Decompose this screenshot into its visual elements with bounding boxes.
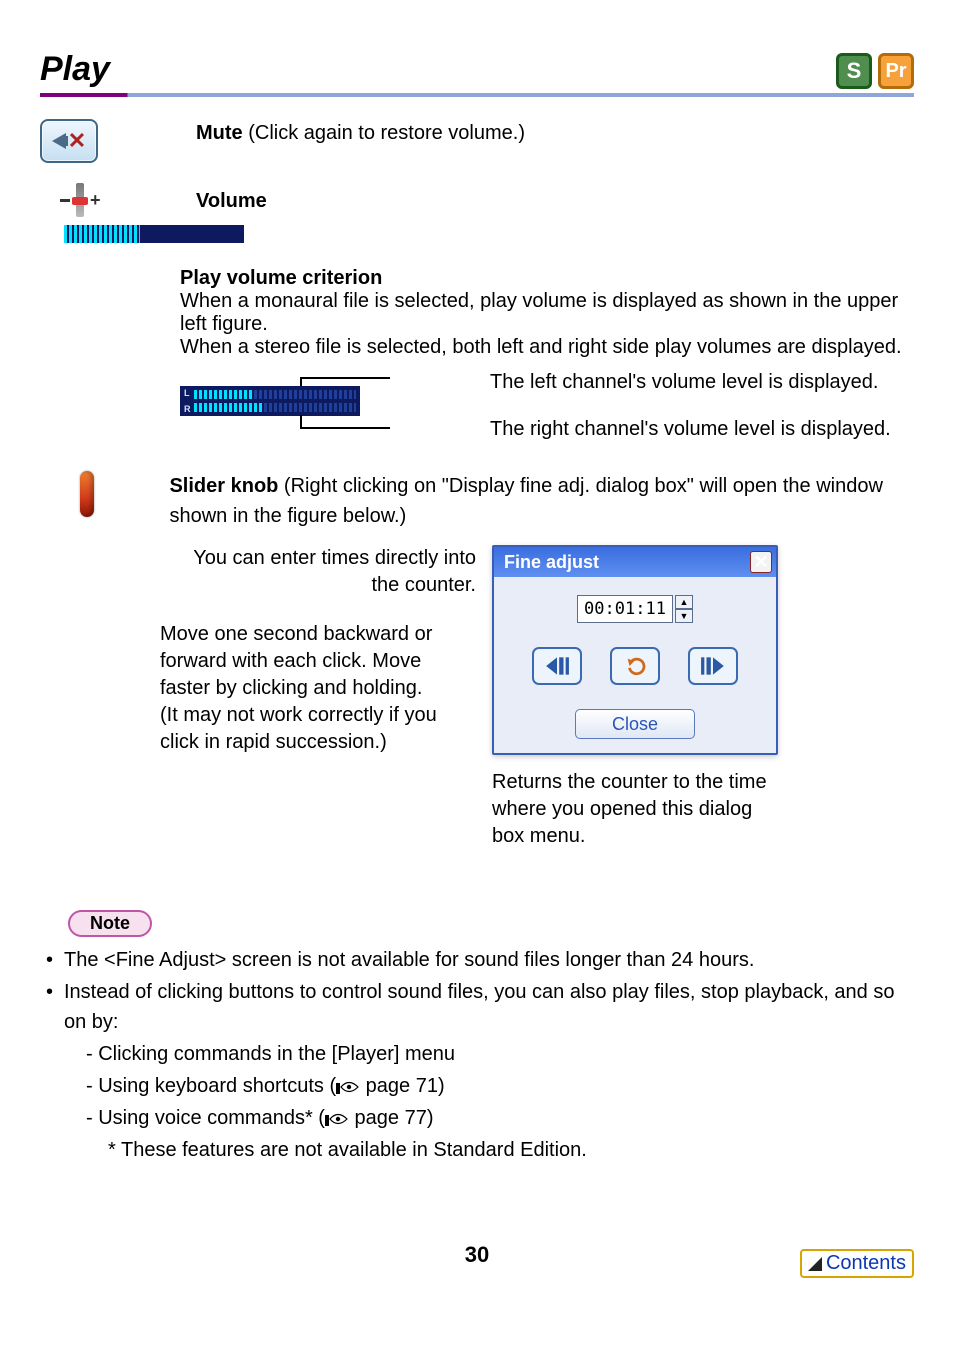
close-icon: ✕	[753, 553, 768, 571]
reset-counter-button[interactable]	[610, 647, 660, 685]
fine-adjust-close-button[interactable]: Close	[575, 709, 695, 739]
play-volume-criterion-heading: Play volume criterion	[180, 267, 914, 290]
contents-link[interactable]: Contents	[800, 1249, 914, 1278]
contents-label: Contents	[826, 1252, 906, 1275]
left-channel-label: The left channel's volume level is displ…	[490, 371, 891, 394]
slider-knob-icon[interactable]	[80, 471, 94, 517]
note-sub-3: - Using voice commands* ( page 77)	[86, 1103, 914, 1133]
slider-knob-label: Slider knob	[169, 475, 278, 497]
page-title: Play	[40, 50, 110, 89]
page-ref-icon	[336, 1079, 360, 1095]
mute-desc: (Click again to restore volume.)	[243, 122, 525, 144]
note-footnote: * These features are not available in St…	[108, 1135, 914, 1165]
fine-adjust-title: Fine adjust	[504, 552, 599, 573]
pvc-para-1: When a monaural file is selected, play v…	[180, 290, 914, 336]
right-channel-label: The right channel's volume level is disp…	[490, 418, 891, 441]
note-item-1: The <Fine Adjust> screen is not availabl…	[44, 945, 914, 975]
annotation-enter-time: You can enter times directly into the co…	[160, 545, 476, 599]
mute-button[interactable]: ✕	[40, 119, 98, 163]
badge-pro-icon: Pr	[878, 53, 914, 89]
step-back-icon	[544, 655, 570, 677]
edition-badges: S Pr	[836, 53, 914, 89]
speaker-icon	[52, 133, 66, 149]
annotation-reset: Returns the counter to the time where yo…	[492, 769, 772, 850]
mute-x-icon: ✕	[68, 128, 86, 154]
fine-adjust-dialog: Fine adjust ✕ ▲ ▼	[492, 545, 778, 755]
volume-label: Volume	[196, 190, 267, 212]
mono-level-meter-icon	[64, 225, 244, 243]
mute-label: Mute	[196, 122, 243, 144]
step-back-button[interactable]	[532, 647, 582, 685]
note-sub-1: - Clicking commands in the [Player] menu	[86, 1039, 914, 1069]
badge-standard-icon: S	[836, 53, 872, 89]
return-icon	[808, 1257, 822, 1271]
note-sub-2: - Using keyboard shortcuts ( page 71)	[86, 1071, 914, 1101]
volume-slider-icon[interactable]: +	[60, 183, 101, 217]
counter-input[interactable]	[577, 595, 673, 623]
pvc-para-2: When a stereo file is selected, both lef…	[180, 336, 914, 359]
dialog-close-button[interactable]: ✕	[750, 551, 772, 573]
stereo-level-meter-icon: L R	[180, 386, 360, 416]
step-forward-icon	[700, 655, 726, 677]
undo-icon	[622, 655, 648, 677]
counter-step-down-button[interactable]: ▼	[675, 609, 693, 623]
step-forward-button[interactable]	[688, 647, 738, 685]
annotation-move: Move one second backward or forward with…	[160, 621, 476, 756]
page-ref-icon	[325, 1111, 349, 1127]
header-divider	[40, 93, 914, 97]
note-badge: Note	[68, 910, 152, 937]
counter-step-up-button[interactable]: ▲	[675, 595, 693, 609]
note-item-2: Instead of clicking buttons to control s…	[44, 977, 914, 1165]
